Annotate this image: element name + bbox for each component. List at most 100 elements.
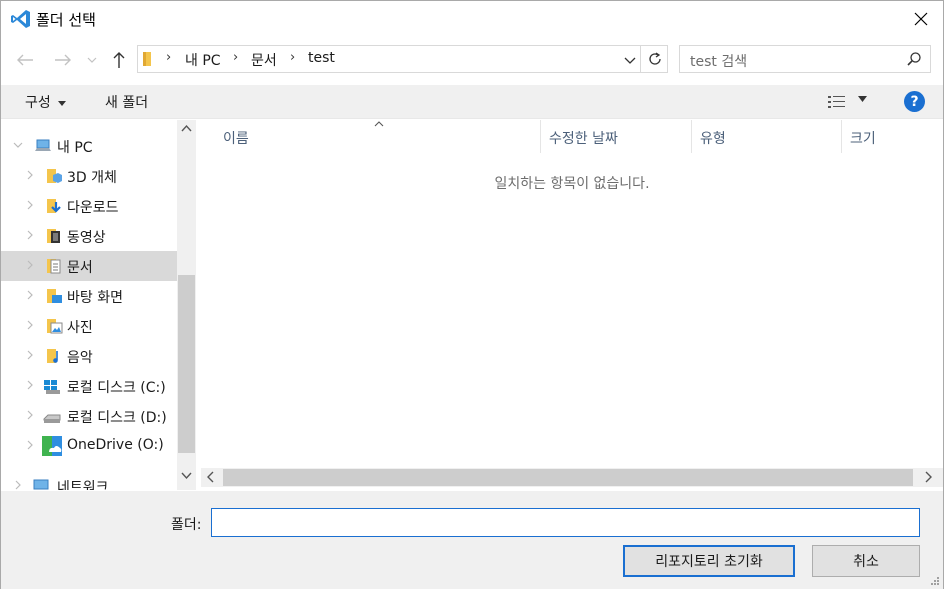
search-input[interactable]: test 검색	[690, 51, 747, 71]
breadcrumb-separator[interactable]: ›	[233, 50, 238, 65]
organize-button[interactable]: 구성	[25, 92, 67, 112]
nav-label: 음악	[67, 350, 93, 366]
chevron-down-icon[interactable]	[622, 52, 638, 68]
nav-label: OneDrive (O:)	[67, 437, 164, 453]
chevron-left-icon[interactable]	[206, 471, 214, 483]
scrollbar-thumb[interactable]	[178, 275, 195, 453]
chevron-right-icon[interactable]	[25, 350, 35, 360]
windows-drive-icon	[44, 380, 60, 394]
breadcrumb-documents[interactable]: 문서	[251, 50, 277, 70]
resize-grip-icon[interactable]	[930, 576, 940, 586]
back-button[interactable]	[13, 48, 37, 72]
column-header-label: 이름	[223, 131, 249, 147]
nav-item-this-pc[interactable]: 내 PC	[1, 131, 177, 161]
organize-label: 구성	[25, 95, 51, 111]
folder-field-label: 폴더:	[171, 517, 202, 533]
nav-item-onedrive[interactable]: OneDrive (O:)	[1, 431, 177, 461]
dialog-footer: 폴더: 리포지토리 초기화 취소	[1, 491, 943, 589]
new-folder-button[interactable]: 새 폴더	[105, 92, 148, 112]
window-title: 폴더 선택	[36, 11, 96, 29]
videos-icon	[47, 229, 60, 243]
network-icon	[33, 479, 49, 490]
chevron-right-icon[interactable]	[25, 380, 35, 390]
nav-label: 3D 개체	[67, 170, 117, 186]
scrollbar-thumb[interactable]	[223, 469, 913, 486]
chevron-right-icon[interactable]	[925, 471, 933, 483]
cancel-button[interactable]: 취소	[812, 545, 920, 577]
folder-name-input[interactable]	[211, 508, 920, 537]
command-bar: 구성 새 폴더 ?	[1, 85, 943, 119]
help-button[interactable]: ?	[904, 91, 925, 112]
chevron-down-icon	[87, 57, 97, 63]
file-list-horizontal-scrollbar[interactable]	[201, 468, 943, 487]
music-icon	[47, 349, 58, 363]
nav-item-network[interactable]: 네트워크	[1, 471, 177, 490]
chevron-right-icon[interactable]	[25, 260, 35, 270]
column-header-date-modified[interactable]: 수정한 날짜	[541, 120, 691, 153]
chevron-right-icon[interactable]	[13, 480, 23, 490]
arrow-left-icon	[17, 54, 33, 66]
pictures-icon	[47, 319, 63, 334]
title-bar: 폴더 선택	[1, 1, 943, 37]
chevron-right-icon[interactable]	[25, 440, 35, 450]
refresh-icon	[648, 52, 661, 65]
initialize-repository-button[interactable]: 리포지토리 초기화	[623, 545, 795, 577]
navigation-pane: 내 PC 3D 개체 다운로드 동영상 문서 바탕 화면 사진 음악 로컬 디스…	[1, 120, 197, 490]
desktop-icon	[47, 289, 62, 303]
breadcrumb-test[interactable]: test	[308, 50, 335, 66]
breadcrumb-separator[interactable]: ›	[166, 50, 171, 65]
nav-item-videos[interactable]: 동영상	[1, 221, 177, 251]
nav-item-desktop[interactable]: 바탕 화면	[1, 281, 177, 311]
breadcrumb-separator[interactable]: ›	[290, 50, 295, 65]
computer-icon	[35, 139, 51, 151]
nav-label: 내 PC	[57, 140, 93, 156]
column-header-type[interactable]: 유형	[692, 120, 841, 153]
breadcrumb-this-pc[interactable]: 내 PC	[185, 50, 221, 70]
caret-down-icon[interactable]	[858, 96, 867, 102]
column-header-label: 유형	[700, 131, 726, 147]
forward-button[interactable]	[51, 48, 75, 72]
up-button[interactable]	[107, 48, 131, 72]
nav-label: 로컬 디스크 (D:)	[67, 410, 167, 426]
chevron-down-icon[interactable]	[13, 140, 23, 150]
nav-item-downloads[interactable]: 다운로드	[1, 191, 177, 221]
view-options-icon[interactable]	[827, 94, 847, 110]
arrow-up-icon	[113, 52, 125, 68]
nav-label: 네트워크	[57, 480, 109, 490]
nav-item-documents[interactable]: 문서	[1, 251, 177, 281]
search-icon	[907, 52, 921, 66]
folder-icon	[143, 52, 151, 66]
nav-item-local-disk-c[interactable]: 로컬 디스크 (C:)	[1, 371, 177, 401]
3d-objects-icon	[47, 169, 62, 183]
search-box[interactable]: test 검색	[679, 45, 931, 73]
chevron-down-icon[interactable]	[181, 472, 192, 480]
column-header-label: 수정한 날짜	[549, 131, 618, 147]
column-header-label: 크기	[850, 131, 876, 147]
recent-locations-button[interactable]	[84, 48, 100, 72]
refresh-button[interactable]	[640, 46, 668, 72]
nav-label: 문서	[67, 260, 93, 276]
address-bar[interactable]: › 내 PC › 문서 › test	[137, 45, 668, 73]
nav-item-pictures[interactable]: 사진	[1, 311, 177, 341]
arrow-right-icon	[55, 54, 71, 66]
nav-label: 로컬 디스크 (C:)	[67, 380, 166, 396]
drive-icon	[43, 414, 61, 423]
chevron-up-icon[interactable]	[181, 124, 192, 132]
nav-item-3d-objects[interactable]: 3D 개체	[1, 161, 177, 191]
chevron-right-icon[interactable]	[25, 320, 35, 330]
chevron-right-icon[interactable]	[25, 290, 35, 300]
column-header-name[interactable]: 이름	[201, 120, 540, 153]
folder-picker-dialog: 폴더 선택 › 내 PC › 문서 › test test 검색 구성 새 폴더…	[0, 0, 944, 589]
nav-item-music[interactable]: 음악	[1, 341, 177, 371]
nav-label: 바탕 화면	[67, 290, 123, 306]
nav-pane-scrollbar[interactable]	[177, 120, 196, 490]
chevron-right-icon[interactable]	[25, 230, 35, 240]
chevron-right-icon[interactable]	[25, 200, 35, 210]
nav-label: 다운로드	[67, 200, 119, 216]
chevron-right-icon[interactable]	[25, 170, 35, 180]
chevron-right-icon[interactable]	[25, 410, 35, 420]
close-button[interactable]	[899, 1, 943, 37]
nav-item-local-disk-d[interactable]: 로컬 디스크 (D:)	[1, 401, 177, 431]
column-header-size[interactable]: 크기	[842, 120, 943, 153]
nav-label: 사진	[67, 320, 93, 336]
